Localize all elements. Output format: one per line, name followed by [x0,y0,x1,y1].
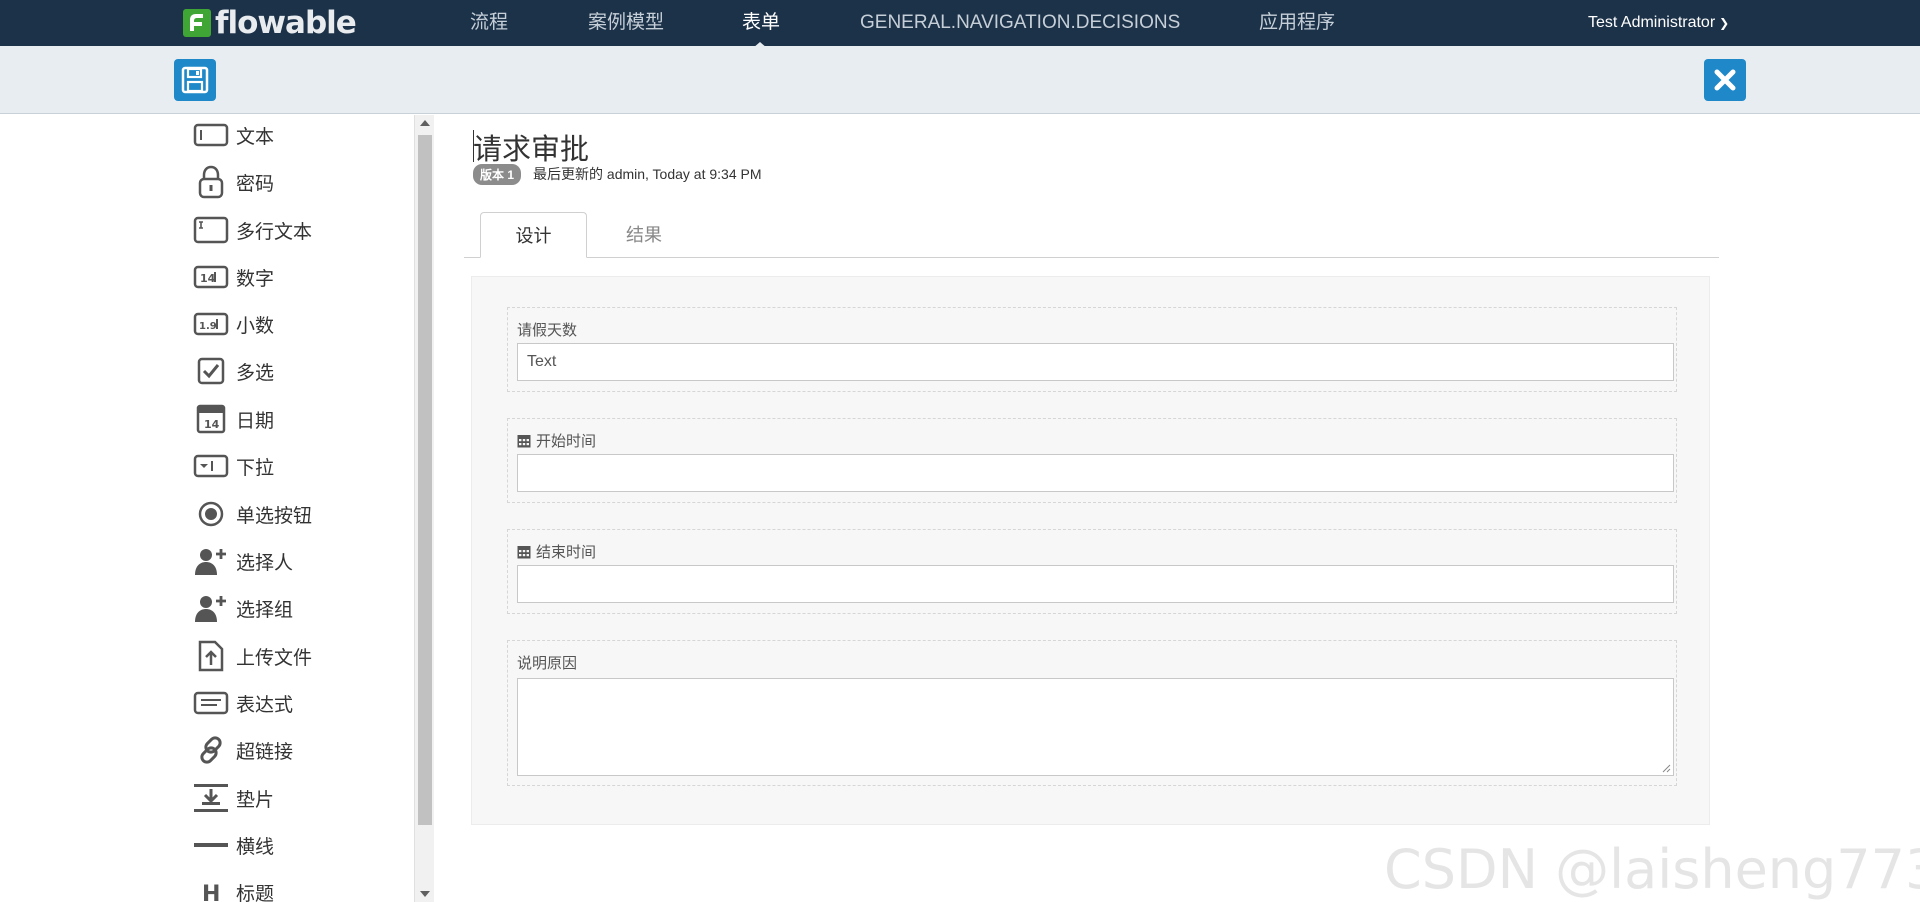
palette-item-date[interactable]: 14 日期 [190,399,274,439]
last-updated: 最后更新的 admin, Today at 9:34 PM [533,166,762,182]
palette-item-radio[interactable]: 单选按钮 [190,494,312,534]
scroll-up-arrow-icon[interactable] [420,120,430,126]
close-x-icon [1714,69,1736,91]
palette-item-checkbox[interactable]: 多选 [190,351,274,391]
editor-toolbar [0,46,1920,114]
add-group-icon [190,591,232,625]
form-field-reason[interactable]: 说明原因 [507,640,1677,786]
expression-icon [190,686,232,720]
calendar-icon: 14 [190,402,232,436]
svg-text:14: 14 [204,418,220,431]
palette-item-decimal[interactable]: 1.9 小数 [190,304,274,344]
add-user-icon [190,544,232,578]
form-field-start-time[interactable]: 开始时间 [507,418,1677,503]
field-label: 说明原因 [517,655,578,672]
spacer-icon [190,781,232,815]
resize-grip-icon[interactable] [1661,763,1671,773]
heading-icon: H [190,875,232,902]
field-label: 请假天数 [517,322,578,339]
leave-days-input[interactable]: Text [517,343,1674,381]
version-badge: 版本 1 [473,163,522,185]
watermark: CSDN @laisheng7734 [1384,838,1920,901]
svg-text:14: 14 [200,272,216,285]
editor-tabs: 设计 结果 [464,212,1719,258]
save-button[interactable] [174,59,216,101]
palette-item-horizontal-line[interactable]: 横线 [190,825,274,865]
palette-item-heading[interactable]: H 标题 [190,872,274,902]
nav-item-processes[interactable]: 流程 [470,0,508,46]
checkbox-icon [190,354,232,388]
text-field-icon [190,118,232,152]
palette-item-dropdown[interactable]: 下拉 [190,446,274,486]
flowable-logo[interactable]: flowable [183,5,357,41]
upload-file-icon [190,639,232,673]
palette-item-expression[interactable]: 表达式 [190,683,293,723]
scroll-thumb[interactable] [418,135,432,825]
user-menu[interactable]: Test Administrator ❯ [1588,0,1729,46]
form-field-leave-days[interactable]: 请假天数 Text [507,307,1677,392]
start-time-input[interactable] [517,454,1674,492]
svg-text:1.9: 1.9 [199,321,217,332]
brand-name: flowable [215,5,357,41]
nav-item-case-models[interactable]: 案例模型 [588,0,664,46]
close-button[interactable] [1704,59,1746,101]
form-field-end-time[interactable]: 结束时间 [507,529,1677,614]
nav-item-decisions[interactable]: GENERAL.NAVIGATION.DECISIONS [860,0,1180,46]
palette-item-hyperlink[interactable]: 超链接 [190,730,293,770]
user-name: Test Administrator [1588,14,1716,31]
field-label: 结束时间 [517,541,596,562]
decimal-icon: 1.9 [190,307,232,341]
tab-design[interactable]: 设计 [480,212,587,258]
floppy-disk-icon [181,66,209,94]
end-time-input[interactable] [517,565,1674,603]
palette-item-password[interactable]: 密码 [190,162,274,202]
palette-item-upload[interactable]: 上传文件 [190,636,312,676]
link-icon [190,733,232,767]
dropdown-icon [190,449,232,483]
nav-item-apps[interactable]: 应用程序 [1259,0,1335,46]
flowable-logo-icon [183,9,211,37]
chevron-down-icon: ❯ [1719,16,1730,30]
nav-item-forms[interactable]: 表单 [742,0,780,46]
palette-item-multiline-text[interactable]: 多行文本 [190,210,312,250]
radio-icon [190,497,232,531]
palette-scrollbar[interactable] [414,115,434,902]
palette-item-number[interactable]: 14 数字 [190,257,274,297]
palette-item-text[interactable]: 文本 [190,115,274,155]
palette-item-people[interactable]: 选择人 [190,541,293,581]
scroll-down-arrow-icon[interactable] [420,891,430,897]
form-element-palette: 文本 密码 多行文本 14 数字 1.9 小数 多选 14 日期 下拉 单选按钮… [0,115,414,902]
form-meta: 版本 1 最后更新的 admin, Today at 9:34 PM [473,163,762,185]
calendar-icon [517,434,531,447]
palette-item-group[interactable]: 选择组 [190,588,293,628]
svg-text:H: H [202,882,220,902]
form-title[interactable]: 请求审批 [473,126,589,168]
top-navbar: flowable 流程 案例模型 表单 GENERAL.NAVIGATION.D… [0,0,1920,48]
field-label: 开始时间 [517,430,596,451]
palette-item-spacer[interactable]: 垫片 [190,778,274,818]
number-icon: 14 [190,260,232,294]
form-canvas: 请假天数 Text 开始时间 结束时间 说明原因 [471,276,1710,825]
horizontal-line-icon [190,828,232,862]
lock-icon [190,165,232,199]
multiline-text-icon [190,213,232,247]
tab-outcomes[interactable]: 结果 [594,212,694,258]
calendar-icon [517,545,531,558]
reason-textarea[interactable] [517,678,1674,776]
